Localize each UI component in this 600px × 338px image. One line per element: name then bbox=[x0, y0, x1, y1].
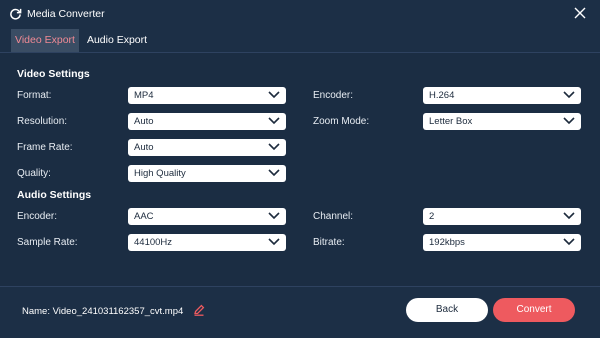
refresh-icon bbox=[10, 8, 22, 20]
window-title: Media Converter bbox=[27, 8, 105, 20]
chevron-down-icon bbox=[563, 238, 575, 246]
bitrate-value: 192kbps bbox=[429, 237, 465, 248]
video-encoder-label: Encoder: bbox=[313, 90, 354, 101]
tab-audio-export[interactable]: Audio Export bbox=[86, 29, 148, 52]
format-value: MP4 bbox=[134, 90, 154, 101]
sample-rate-value: 44100Hz bbox=[134, 237, 173, 248]
quality-label: Quality: bbox=[17, 168, 51, 179]
channel-label: Channel: bbox=[313, 211, 354, 222]
resolution-label: Resolution: bbox=[17, 116, 68, 127]
video-settings-heading: Video Settings bbox=[17, 68, 90, 80]
zoom-mode-value: Letter Box bbox=[429, 116, 473, 127]
channel-value: 2 bbox=[429, 211, 435, 222]
chevron-down-icon bbox=[563, 212, 575, 220]
quality-value: High Quality bbox=[134, 168, 186, 179]
frame-rate-label: Frame Rate: bbox=[17, 142, 73, 153]
title-bar: Media Converter bbox=[0, 0, 600, 27]
audio-encoder-select[interactable]: AAC bbox=[128, 208, 286, 225]
frame-rate-select[interactable]: Auto bbox=[128, 139, 286, 156]
chevron-down-icon bbox=[563, 117, 575, 125]
chevron-down-icon bbox=[563, 91, 575, 99]
resolution-value: Auto bbox=[134, 116, 154, 127]
sample-rate-label: Sample Rate: bbox=[17, 237, 78, 248]
video-encoder-value: H.264 bbox=[429, 90, 455, 101]
format-label: Format: bbox=[17, 90, 52, 101]
audio-encoder-label: Encoder: bbox=[17, 211, 58, 222]
chevron-down-icon bbox=[268, 143, 280, 151]
chevron-down-icon bbox=[268, 212, 280, 220]
frame-rate-value: Auto bbox=[134, 142, 154, 153]
tab-video-export[interactable]: Video Export bbox=[11, 29, 79, 52]
settings-panel: Video Settings Format: MP4 Encoder: H.26… bbox=[0, 52, 600, 287]
bitrate-select[interactable]: 192kbps bbox=[423, 234, 581, 251]
audio-encoder-value: AAC bbox=[134, 211, 154, 222]
chevron-down-icon bbox=[268, 169, 280, 177]
close-icon[interactable] bbox=[573, 6, 587, 20]
audio-settings-heading: Audio Settings bbox=[17, 189, 92, 201]
sample-rate-select[interactable]: 44100Hz bbox=[128, 234, 286, 251]
zoom-mode-select[interactable]: Letter Box bbox=[423, 113, 581, 130]
resolution-select[interactable]: Auto bbox=[128, 113, 286, 130]
tab-bar: Video Export Audio Export bbox=[0, 29, 600, 52]
chevron-down-icon bbox=[268, 117, 280, 125]
channel-select[interactable]: 2 bbox=[423, 208, 581, 225]
chevron-down-icon bbox=[268, 238, 280, 246]
zoom-mode-label: Zoom Mode: bbox=[313, 116, 370, 127]
pencil-icon[interactable] bbox=[193, 304, 205, 316]
video-encoder-select[interactable]: H.264 bbox=[423, 87, 581, 104]
output-file-name: Name: Video_241031162357_cvt.mp4 bbox=[22, 306, 184, 317]
bitrate-label: Bitrate: bbox=[313, 237, 345, 248]
back-button[interactable]: Back bbox=[406, 298, 488, 322]
chevron-down-icon bbox=[268, 91, 280, 99]
format-select[interactable]: MP4 bbox=[128, 87, 286, 104]
quality-select[interactable]: High Quality bbox=[128, 165, 286, 182]
convert-button[interactable]: Convert bbox=[493, 298, 575, 322]
